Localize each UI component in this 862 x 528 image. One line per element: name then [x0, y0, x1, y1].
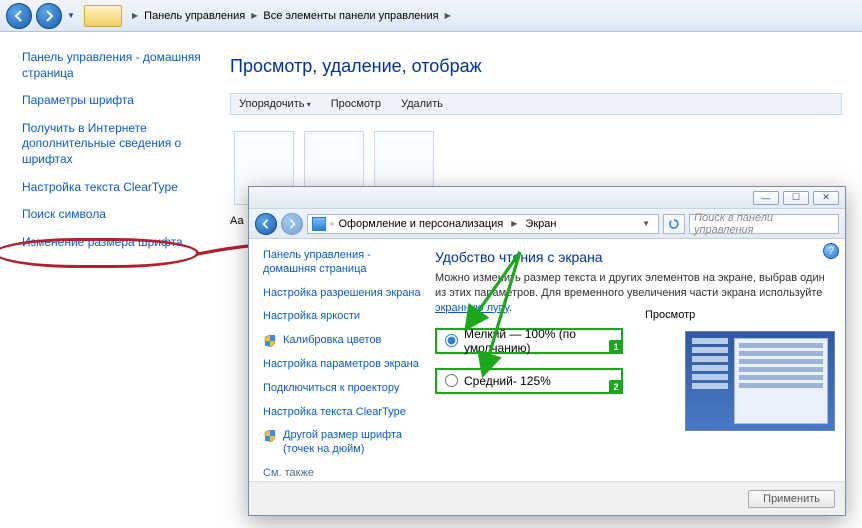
sidebar-item-change-font-size[interactable]: Изменение размера шрифта [22, 235, 206, 251]
nav-history-dropdown[interactable]: ▼ [66, 5, 76, 27]
chevron-right-icon: ▶ [445, 11, 451, 20]
sidebar-item-home[interactable]: Панель управления - домашняя страница [22, 50, 206, 81]
see-also-header: См. также [263, 467, 421, 479]
sidebar-item-brightness[interactable]: Настройка яркости [263, 310, 421, 324]
arrow-left-icon [13, 10, 25, 22]
search-input[interactable]: Поиск в панели управления [689, 214, 839, 234]
refresh-icon [668, 218, 680, 230]
dialog-footer: Применить [249, 481, 845, 515]
arrow-left-icon [261, 219, 271, 229]
folder-icon [84, 5, 122, 27]
annotation-badge-1: 1 [609, 340, 623, 354]
preview-label: Просмотр [645, 309, 695, 321]
nav-forward-button[interactable] [36, 3, 62, 29]
display-control-panel-window: — ☐ ✕ « Оформление и персонализация ▶ Эк… [248, 186, 846, 516]
sidebar-item-monitor-settings[interactable]: Настройка параметров экрана [263, 358, 421, 372]
address-toolbar: ▼ ▶ Панель управления ▶ Все элементы пан… [0, 0, 862, 32]
sidebar-item-resolution[interactable]: Настройка разрешения экрана [263, 287, 421, 301]
arrow-right-icon [287, 219, 297, 229]
search-placeholder: Поиск в панели управления [694, 212, 834, 236]
apply-button[interactable]: Применить [748, 490, 835, 508]
magnifier-link[interactable]: экранную лупу [435, 302, 509, 314]
display-main-pane: Удобство чтения с экрана Можно изменить … [427, 239, 845, 481]
sidebar-item-calibrate-color[interactable]: Калибровка цветов [263, 334, 421, 348]
arrow-right-icon [43, 10, 55, 22]
nav-forward-button[interactable] [281, 213, 303, 235]
cmd-organize[interactable]: Упорядочить [239, 98, 311, 110]
breadcrumb-item[interactable]: Все элементы панели управления [263, 10, 438, 22]
radio-medium-input[interactable] [445, 374, 458, 387]
page-title: Удобство чтения с экрана [435, 249, 829, 265]
address-toolbar: « Оформление и персонализация ▶ Экран ▼ … [249, 209, 845, 239]
tasks-sidebar: Панель управления - домашняя страница Па… [0, 32, 210, 528]
breadcrumb[interactable]: ▶ Панель управления ▶ Все элементы панел… [132, 10, 451, 22]
breadcrumb-item[interactable]: Панель управления [144, 10, 245, 22]
page-description: Можно изменить размер текста и других эл… [435, 271, 829, 316]
chevron-right-icon: ▶ [511, 219, 517, 228]
breadcrumb-item[interactable]: Экран [525, 218, 556, 230]
radio-small-input[interactable] [445, 334, 458, 347]
maximize-button[interactable]: ☐ [783, 191, 809, 205]
refresh-button[interactable] [663, 214, 685, 234]
shield-icon [263, 429, 277, 443]
command-bar: Упорядочить Просмотр Удалить [230, 93, 842, 115]
display-icon [312, 217, 326, 231]
sidebar-item-custom-dpi[interactable]: Другой размер шрифта (точек на дюйм) [263, 429, 421, 457]
chevron-right-icon: ▶ [132, 11, 138, 20]
sidebar-item-find-character[interactable]: Поиск символа [22, 207, 206, 223]
page-title: Просмотр, удаление, отображ [230, 56, 842, 77]
tasks-sidebar: Панель управления - домашняя страница На… [249, 239, 427, 481]
radio-small-label: Мелкий — 100% (по умолчанию) [464, 327, 613, 355]
address-box[interactable]: « Оформление и персонализация ▶ Экран ▼ [307, 214, 659, 234]
close-button[interactable]: ✕ [813, 191, 839, 205]
sidebar-item-home[interactable]: Панель управления - домашняя страница [263, 249, 421, 277]
breadcrumb-item[interactable]: Оформление и персонализация [338, 218, 503, 230]
radio-option-medium[interactable]: Средний- 125% 2 [435, 368, 623, 394]
radio-medium-label: Средний- 125% [464, 374, 551, 388]
cmd-delete[interactable]: Удалить [401, 98, 443, 110]
window-titlebar: — ☐ ✕ [249, 187, 845, 209]
radio-option-small[interactable]: Мелкий — 100% (по умолчанию) 1 [435, 328, 623, 354]
minimize-button[interactable]: — [753, 191, 779, 205]
sidebar-item-cleartype-info[interactable]: Получить в Интернете дополнительные свед… [22, 121, 206, 168]
chevron-down-icon[interactable]: ▼ [642, 219, 650, 228]
monitor-preview-icon [685, 331, 835, 431]
chevron-right-icon: ▶ [251, 11, 257, 20]
annotation-badge-2: 2 [609, 380, 623, 394]
sidebar-item-connect-projector[interactable]: Подключиться к проектору [263, 382, 421, 396]
sidebar-item-font-settings[interactable]: Параметры шрифта [22, 93, 206, 109]
cmd-view[interactable]: Просмотр [331, 98, 381, 110]
sidebar-item-cleartype[interactable]: Настройка текста ClearType [263, 406, 421, 420]
sidebar-item-adjust-cleartype[interactable]: Настройка текста ClearType [22, 180, 206, 196]
nav-back-button[interactable] [255, 213, 277, 235]
nav-back-button[interactable] [6, 3, 32, 29]
shield-icon [263, 334, 277, 348]
